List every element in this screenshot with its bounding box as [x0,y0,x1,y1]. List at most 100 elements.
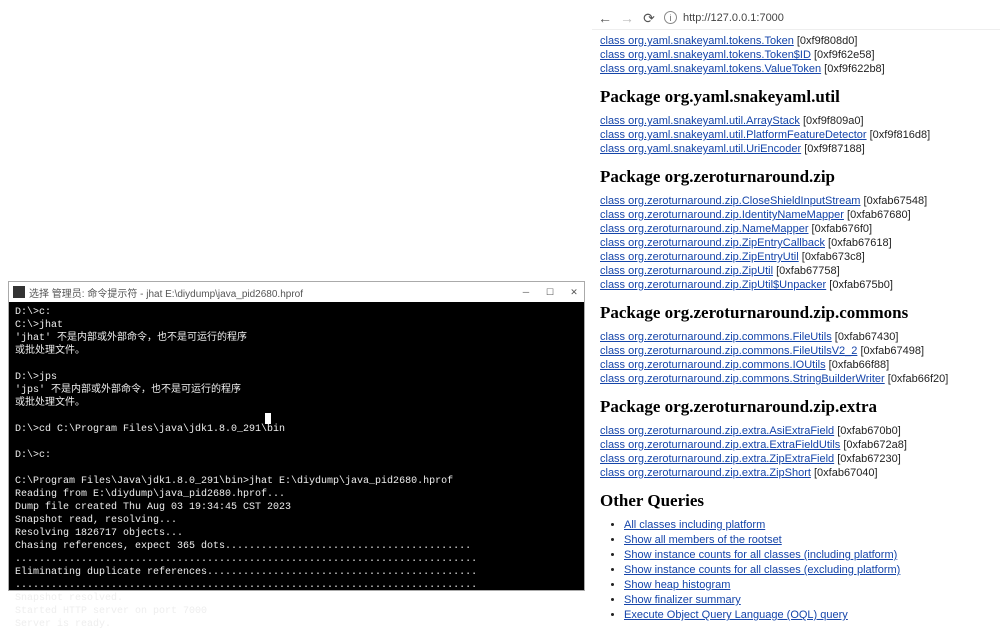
class-link[interactable]: class org.zeroturnaround.zip.commons.IOU… [600,359,826,371]
class-hex: [0xfab66f88] [826,359,890,371]
terminal-titlebar: 选择 管理员: 命令提示符 - jhat E:\diydump\java_pid… [9,282,584,302]
package-heading: Package org.zeroturnaround.zip.commons [600,306,992,320]
browser-window: ← → ⟳ i http://127.0.0.1:7000 class org.… [592,6,1000,596]
forward-button[interactable]: → [620,11,634,25]
class-link[interactable]: class org.zeroturnaround.zip.commons.Fil… [600,331,832,343]
list-item: Execute Object Query Language (OQL) quer… [624,608,992,622]
class-entry: class org.zeroturnaround.zip.extra.ZipEx… [600,452,992,466]
terminal-line: 或批处理文件。 [15,397,578,410]
maximize-button[interactable]: ☐ [544,286,556,298]
terminal-line [15,462,578,475]
class-entry: class org.zeroturnaround.zip.NameMapper … [600,222,992,236]
terminal-line [15,358,578,371]
terminal-title: 选择 管理员: 命令提示符 - jhat E:\diydump\java_pid… [29,285,520,300]
terminal-line: D:\>cd C:\Program Files\java\jdk1.8.0_29… [15,423,578,436]
url-box[interactable]: i http://127.0.0.1:7000 [664,11,994,24]
class-hex: [0xf9f62e58] [811,49,875,61]
terminal-line: 'jhat' 不是内部或外部命令，也不是可运行的程序 [15,332,578,345]
class-link[interactable]: class org.yaml.snakeyaml.util.UriEncoder [600,143,801,155]
terminal-line: C:\>jhat [15,319,578,332]
class-entry: class org.zeroturnaround.zip.ZipUtil [0x… [600,264,992,278]
class-hex: [0xf9f808d0] [794,35,858,47]
class-hex: [0xf9f816d8] [867,129,931,141]
terminal-line: Resolving 1826717 objects... [15,527,578,540]
class-link[interactable]: class org.zeroturnaround.zip.commons.Str… [600,373,885,385]
class-link[interactable]: class org.zeroturnaround.zip.extra.AsiEx… [600,425,834,437]
terminal-line: Reading from E:\diydump\java_pid2680.hpr… [15,488,578,501]
terminal-line [15,410,578,423]
class-hex: [0xfab672a8] [840,439,907,451]
class-entry: class org.yaml.snakeyaml.util.UriEncoder… [600,142,992,156]
class-link[interactable]: class org.yaml.snakeyaml.util.PlatformFe… [600,129,867,141]
package-heading: Package org.zeroturnaround.zip [600,170,992,184]
terminal-line: Snapshot read, resolving... [15,514,578,527]
terminal-line: Chasing references, expect 365 dots.....… [15,540,578,553]
class-entry: class org.zeroturnaround.zip.commons.Str… [600,372,992,386]
class-hex: [0xfab67680] [844,209,911,221]
terminal-line: ........................................… [15,579,578,592]
class-hex: [0xfab67230] [834,453,901,465]
query-link[interactable]: Show heap histogram [624,579,730,591]
class-hex: [0xfab67040] [811,467,878,479]
class-link[interactable]: class org.zeroturnaround.zip.ZipUtil [600,265,773,277]
terminal-line [15,436,578,449]
class-link[interactable]: class org.zeroturnaround.zip.extra.ZipEx… [600,453,834,465]
query-link[interactable]: Show instance counts for all classes (in… [624,549,897,561]
query-link[interactable]: Show finalizer summary [624,594,741,606]
class-entry: class org.yaml.snakeyaml.tokens.Token$ID… [600,48,992,62]
list-item: Show finalizer summary [624,593,992,607]
class-link[interactable]: class org.zeroturnaround.zip.extra.Extra… [600,439,840,451]
terminal-line: 'jps' 不是内部或外部命令，也不是可运行的程序 [15,384,578,397]
terminal-line: Started HTTP server on port 7000 [15,605,578,618]
class-hex: [0xfab670b0] [834,425,901,437]
cmd-icon [13,286,25,298]
class-link[interactable]: class org.zeroturnaround.zip.extra.ZipSh… [600,467,811,479]
class-entry: class org.zeroturnaround.zip.extra.ZipSh… [600,466,992,480]
minimize-button[interactable]: ─ [520,286,532,298]
other-queries-list: All classes including platform Show all m… [624,518,992,622]
query-link[interactable]: All classes including platform [624,519,765,531]
site-info-icon[interactable]: i [664,11,677,24]
query-link[interactable]: Show all members of the rootset [624,534,782,546]
query-link[interactable]: Show instance counts for all classes (ex… [624,564,900,576]
class-link[interactable]: class org.yaml.snakeyaml.tokens.Token [600,35,794,47]
page-content: class org.yaml.snakeyaml.tokens.Token [0… [592,30,1000,632]
class-entry: class org.yaml.snakeyaml.util.ArrayStack… [600,114,992,128]
package-heading: Package org.zeroturnaround.zip.extra [600,400,992,414]
class-link[interactable]: class org.zeroturnaround.zip.NameMapper [600,223,809,235]
back-button[interactable]: ← [598,11,612,25]
terminal-line: D:\>c: [15,449,578,462]
list-item: Show instance counts for all classes (in… [624,548,992,562]
class-link[interactable]: class org.zeroturnaround.zip.CloseShield… [600,195,860,207]
terminal-body[interactable]: D:\>c:C:\>jhat'jhat' 不是内部或外部命令，也不是可运行的程序… [9,302,584,635]
reload-button[interactable]: ⟳ [642,11,656,25]
class-link[interactable]: class org.zeroturnaround.zip.ZipEntryCal… [600,237,825,249]
class-link[interactable]: class org.zeroturnaround.zip.ZipUtil$Unp… [600,279,826,291]
class-hex: [0xfab67758] [773,265,840,277]
class-entry: class org.zeroturnaround.zip.ZipUtil$Unp… [600,278,992,292]
class-link[interactable]: class org.zeroturnaround.zip.ZipEntryUti… [600,251,799,263]
terminal-line: ........................................… [15,553,578,566]
terminal-window: 选择 管理员: 命令提示符 - jhat E:\diydump\java_pid… [8,281,585,591]
class-hex: [0xf9f809a0] [800,115,864,127]
class-link[interactable]: class org.zeroturnaround.zip.commons.Fil… [600,345,857,357]
class-link[interactable]: class org.yaml.snakeyaml.tokens.Token$ID [600,49,811,61]
class-link[interactable]: class org.yaml.snakeyaml.tokens.ValueTok… [600,63,821,75]
close-button[interactable]: ✕ [568,286,580,298]
query-link[interactable]: Execute Object Query Language (OQL) quer… [624,609,848,621]
class-entry: class org.zeroturnaround.zip.commons.Fil… [600,344,992,358]
class-entry: class org.zeroturnaround.zip.ZipEntryUti… [600,250,992,264]
class-hex: [0xf9f622b8] [821,63,885,75]
class-entry: class org.yaml.snakeyaml.tokens.ValueTok… [600,62,992,76]
list-item: Show all members of the rootset [624,533,992,547]
class-entry: class org.zeroturnaround.zip.commons.Fil… [600,330,992,344]
class-link[interactable]: class org.yaml.snakeyaml.util.ArrayStack [600,115,800,127]
terminal-line: 或批处理文件。 [15,345,578,358]
class-entry: class org.zeroturnaround.zip.commons.IOU… [600,358,992,372]
class-hex: [0xf9f87188] [801,143,865,155]
class-hex: [0xfab67618] [825,237,892,249]
list-item: All classes including platform [624,518,992,532]
class-link[interactable]: class org.zeroturnaround.zip.IdentityNam… [600,209,844,221]
terminal-line: D:\>c: [15,306,578,319]
address-bar: ← → ⟳ i http://127.0.0.1:7000 [592,6,1000,30]
